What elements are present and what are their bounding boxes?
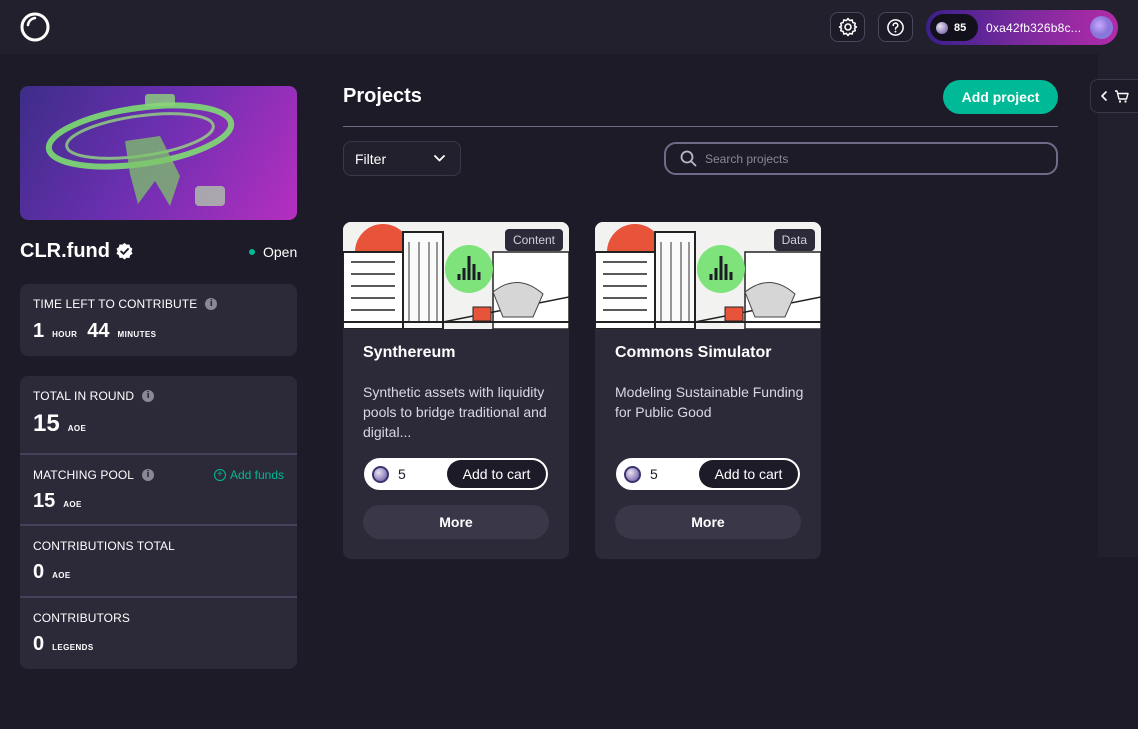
contributors-unit: legends <box>52 639 94 653</box>
quantity-input[interactable]: 5 <box>618 465 698 483</box>
token-icon <box>936 21 948 34</box>
search-icon <box>680 150 697 167</box>
total-unit: AOE <box>67 420 87 434</box>
project-image: Content <box>343 222 569 329</box>
contributions-label: CONTRIBUTIONS TOTAL <box>33 539 175 553</box>
more-button[interactable]: More <box>615 505 801 539</box>
project-card[interactable]: Data Commons Simulator Modeling Sustaina… <box>595 222 821 559</box>
contributions-total: CONTRIBUTIONS TOTAL 0 AOE <box>20 526 297 596</box>
add-project-button[interactable]: Add project <box>943 80 1058 114</box>
gear-icon <box>838 17 857 37</box>
verified-icon <box>116 242 133 260</box>
quantity-value: 5 <box>650 466 658 482</box>
round-status: Open <box>249 244 297 260</box>
settings-button[interactable] <box>830 12 865 42</box>
token-icon <box>624 465 641 483</box>
cart-icon <box>1114 89 1129 103</box>
cart-sidebar <box>1098 54 1138 557</box>
time-left-label: TIME LEFT TO CONTRIBUTE i <box>33 297 284 311</box>
quantity-input[interactable]: 5 <box>366 465 446 483</box>
search-input[interactable] <box>705 151 1035 166</box>
search-box[interactable] <box>664 142 1058 175</box>
wallet-button[interactable]: 85 0xa42fb326b8c... <box>926 10 1118 45</box>
project-image: Data <box>595 222 821 329</box>
token-icon <box>372 465 389 483</box>
contributions-value: 0 <box>33 561 45 583</box>
filter-dropdown[interactable]: Filter <box>343 141 461 176</box>
time-left-card: TIME LEFT TO CONTRIBUTE i 1 hour 44 minu… <box>20 284 297 356</box>
round-name: CLR.fund <box>20 240 110 262</box>
time-left-value: 1 hour 44 minutes <box>33 320 157 342</box>
help-icon <box>887 18 904 36</box>
contributors-value: 0 <box>33 633 45 655</box>
quantity-value: 5 <box>398 466 406 482</box>
contributions-unit: AOE <box>52 567 71 581</box>
add-funds-button[interactable]: + Add funds <box>213 468 284 482</box>
total-label: TOTAL IN ROUND <box>33 389 135 403</box>
more-button[interactable]: More <box>363 505 549 539</box>
help-button[interactable] <box>878 12 913 42</box>
project-description: Modeling Sustainable Funding for Public … <box>615 384 804 420</box>
project-title[interactable]: Synthereum <box>363 344 455 362</box>
divider <box>343 126 1058 127</box>
project-title[interactable]: Commons Simulator <box>615 344 771 362</box>
cart-toggle-button[interactable] <box>1090 79 1138 113</box>
category-tag: Data <box>773 229 815 251</box>
filter-label: Filter <box>355 150 387 167</box>
top-bar: 85 0xa42fb326b8c... <box>0 0 1138 54</box>
matching-value: 15 <box>33 490 56 512</box>
balance-value: 85 <box>954 21 967 34</box>
wallet-address: 0xa42fb326b8c... <box>986 20 1082 35</box>
chevron-down-icon <box>434 155 445 162</box>
avatar <box>1090 16 1113 39</box>
cart-row: 5 Add to cart <box>616 458 800 490</box>
add-to-cart-button[interactable]: Add to cart <box>447 460 546 488</box>
project-card[interactable]: Content Synthereum Synthetic assets with… <box>343 222 569 559</box>
project-description: Synthetic assets with liquidity pools to… <box>363 384 547 440</box>
matching-pool: MATCHING POOL i 15 AOE <box>20 455 297 524</box>
info-icon[interactable]: i <box>142 469 155 481</box>
contributors: CONTRIBUTORS 0 legends <box>20 598 297 656</box>
chevron-left-icon <box>1100 91 1107 101</box>
logo-icon[interactable] <box>20 12 50 42</box>
status-dot <box>249 249 255 255</box>
add-to-cart-button[interactable]: Add to cart <box>699 460 798 488</box>
category-tag: Content <box>504 229 563 251</box>
total-in-round: TOTAL IN ROUND i 15 AOE <box>20 376 297 453</box>
info-icon[interactable]: i <box>205 298 218 310</box>
info-icon[interactable]: i <box>142 390 155 402</box>
total-value: 15 <box>33 410 60 437</box>
add-circle-icon: + <box>213 469 226 481</box>
round-stats-card: TOTAL IN ROUND i 15 AOE MATCHING POOL i … <box>20 376 297 669</box>
matching-label: MATCHING POOL <box>33 468 135 482</box>
page-title: Projects <box>343 85 422 107</box>
contributors-label: CONTRIBUTORS <box>33 611 130 625</box>
round-title: CLR.fund <box>20 240 134 263</box>
cart-row: 5 Add to cart <box>364 458 548 490</box>
matching-unit: AOE <box>63 496 82 510</box>
wallet-balance: 85 <box>930 14 978 41</box>
round-banner-image <box>20 86 297 220</box>
status-text: Open <box>263 244 298 260</box>
